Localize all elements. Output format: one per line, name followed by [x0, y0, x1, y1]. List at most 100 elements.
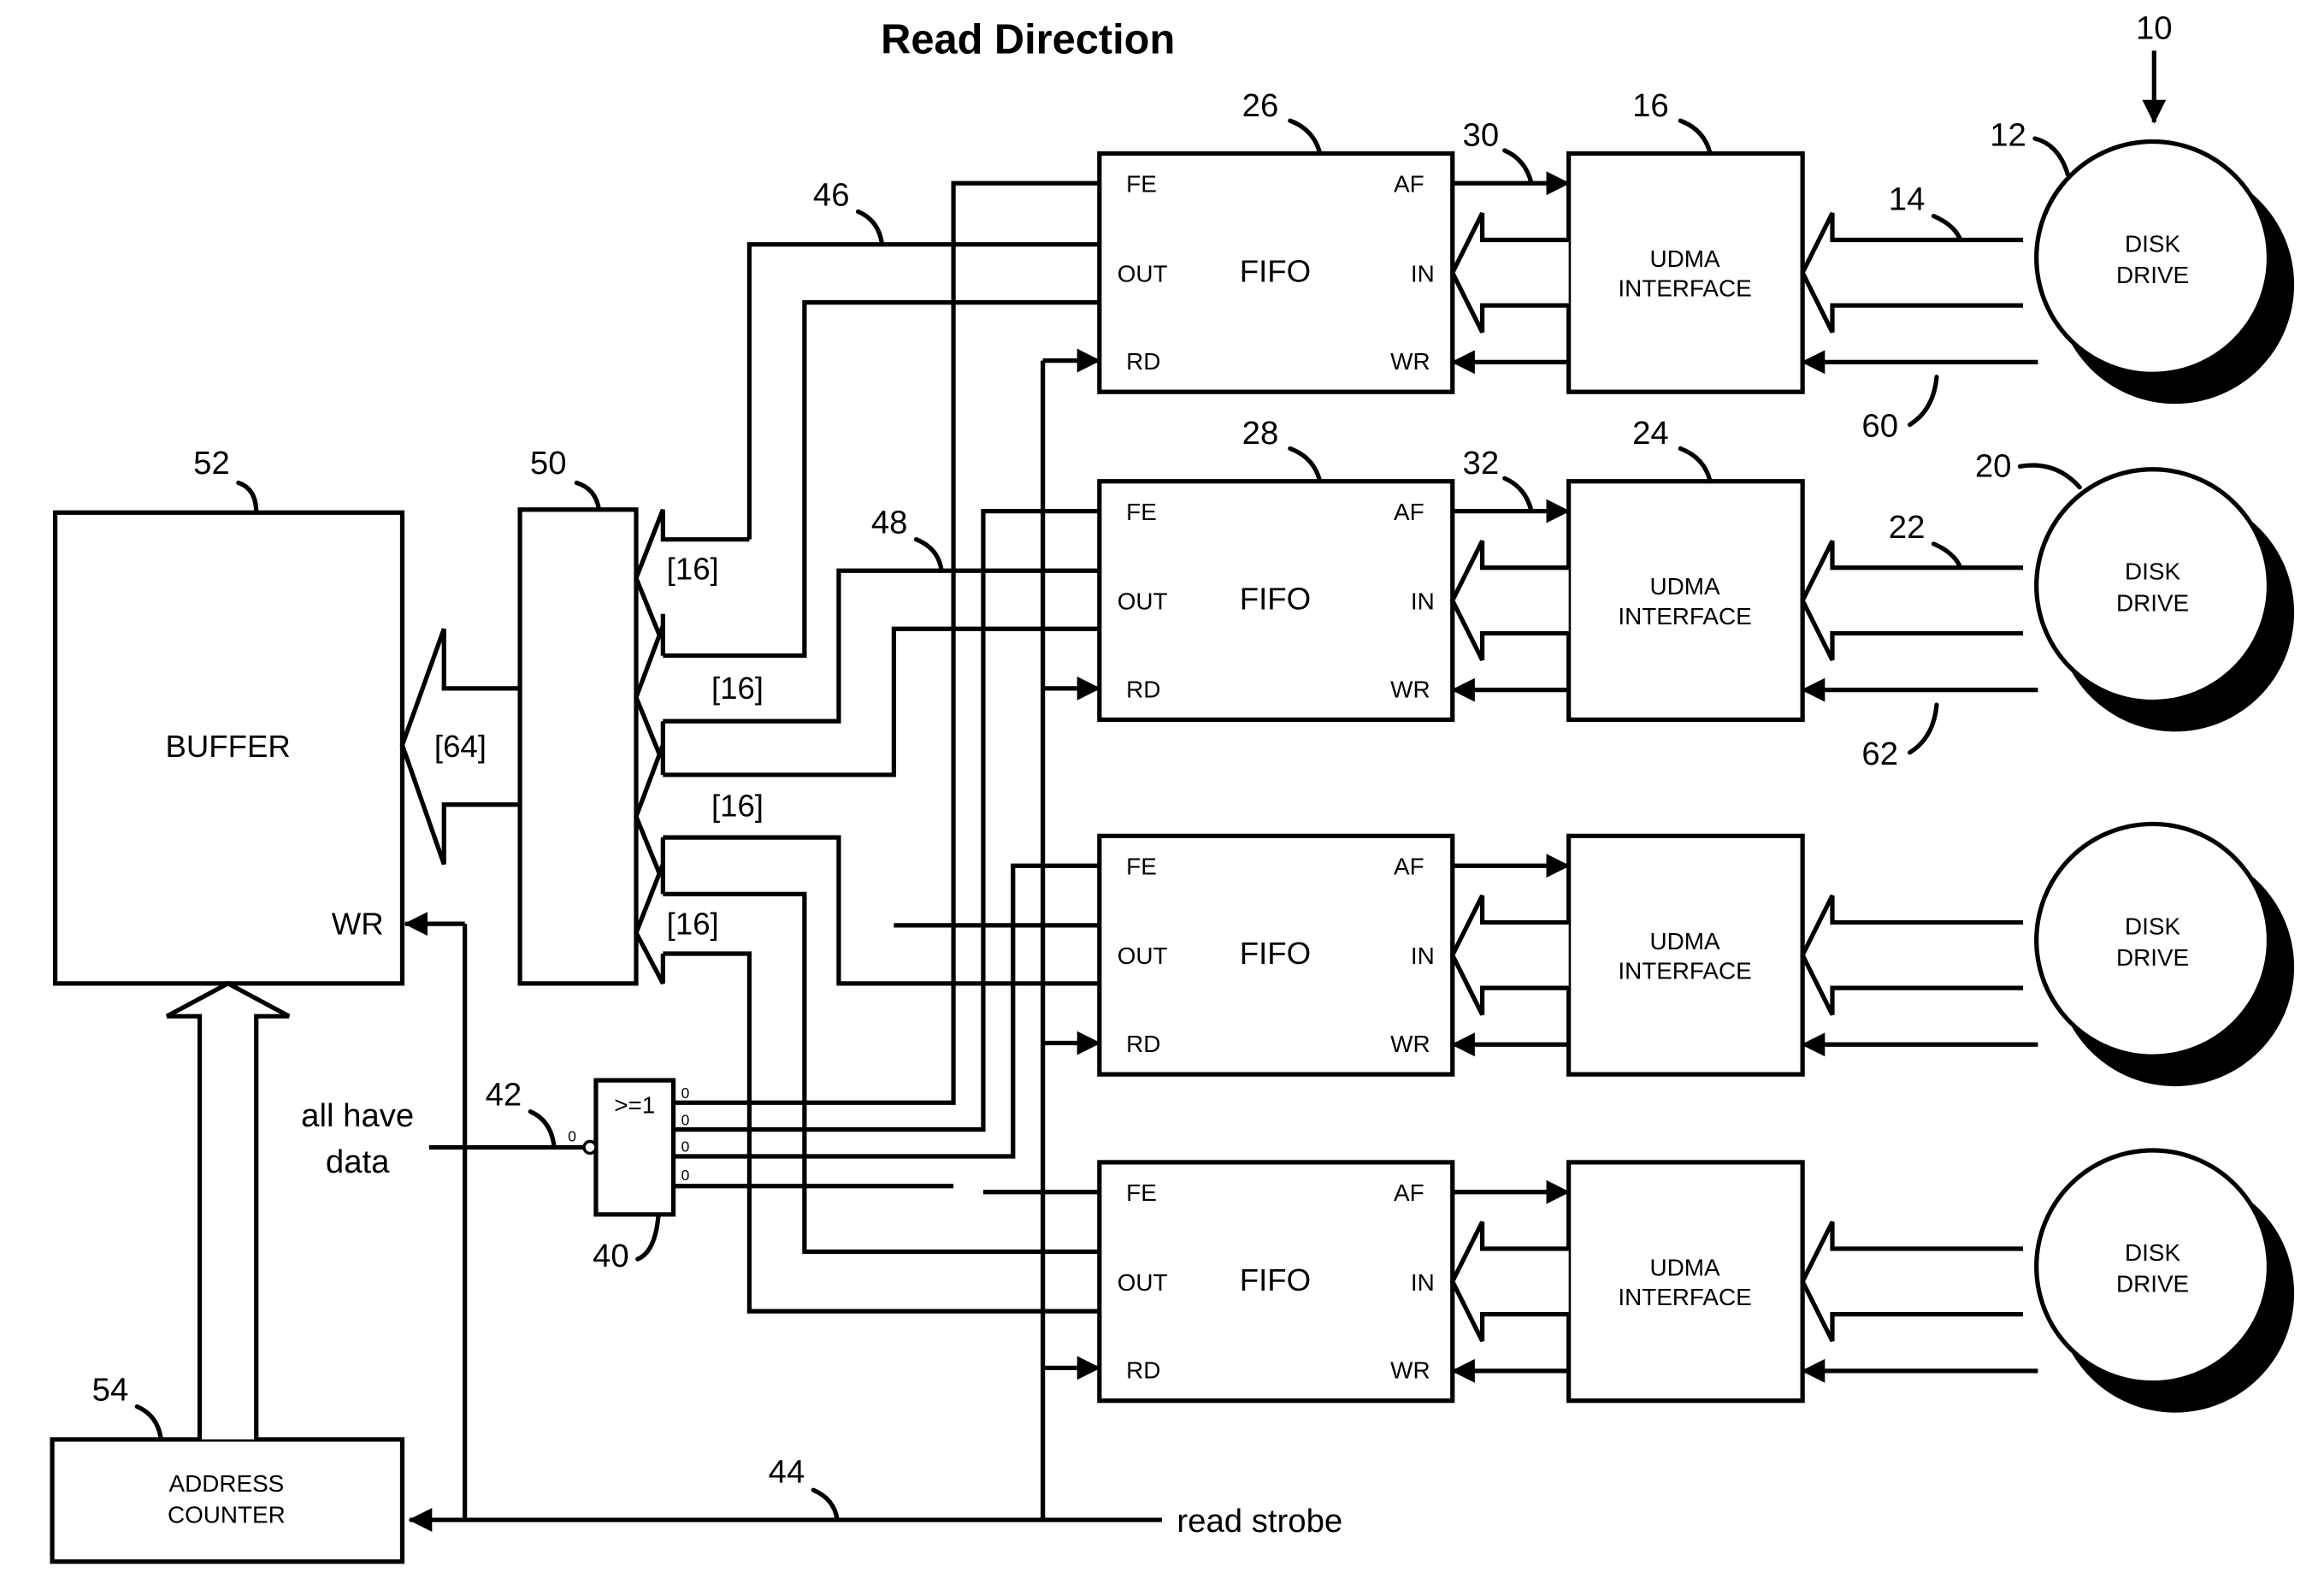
ref-label-buffer: 52: [193, 445, 230, 482]
disk-drive-label-2: DRIVE: [2116, 944, 2189, 971]
ref-leader-udma: [1678, 118, 1713, 157]
ref-leader-disk: [2017, 463, 2082, 490]
mux-input-width-1: [16]: [667, 552, 719, 587]
fifo-pin-out: OUT: [1118, 588, 1168, 615]
fifo-pin-af: AF: [1394, 499, 1424, 525]
ref-leader-all-have-data: [528, 1109, 557, 1150]
channel-3: FIFO FE OUT RD AF IN WR UDMA INTERFACE DISK DRIVE: [1097, 821, 2295, 1087]
fifo-label: FIFO: [1240, 936, 1311, 971]
ref-label-mux: 50: [530, 445, 567, 482]
fifo-pin-rd: RD: [1126, 348, 1160, 375]
udma-in-bus-arrow: [1800, 894, 2023, 1016]
udma-interface-block: [1566, 833, 1805, 1077]
udma-label-1: UDMA: [1650, 928, 1720, 954]
ref-label-out-bus-2: 48: [871, 505, 908, 541]
ref-label-af: 32: [1463, 445, 1500, 482]
ref-label-strobe: 60: [1861, 407, 1898, 444]
ref-leader-or-gate: [635, 1212, 661, 1262]
channel-2: FIFO FE OUT RD AF IN WR UDMA INTERFACE DISK DRIVE 2…: [1097, 415, 2295, 772]
channel-4: FIFO FE OUT RD AF IN WR UDMA INTERFACE DISK DRIVE: [1097, 1148, 2295, 1413]
or-gate-input-mark-2: 0: [681, 1111, 690, 1128]
read-direction-diagram: Read Direction 10 BUFFER WR 52 [64] 50 […: [50, 9, 2295, 1564]
ref-leader-buffer: [236, 480, 259, 515]
ref-label-disk: 12: [1990, 117, 2026, 154]
ref-label-af: 30: [1463, 117, 1500, 154]
ref-leader-af: [1502, 476, 1534, 514]
address-counter-label-1: ADDRESS: [169, 1470, 285, 1497]
udma-in-bus-arrow: [1800, 1220, 2023, 1343]
udma-label-1: UDMA: [1650, 1254, 1720, 1280]
buffer-label: BUFFER: [165, 729, 290, 764]
fifo-pin-af: AF: [1394, 854, 1424, 880]
disk-drive-label-1: DISK: [2125, 559, 2180, 585]
fifo-pin-fe: FE: [1126, 171, 1157, 198]
ref-label-read-strobe: 44: [769, 1453, 805, 1490]
or-gate-label: >=1: [614, 1091, 655, 1118]
ref-label-system: 10: [2136, 9, 2173, 46]
ref-leader-read-strobe: [811, 1487, 840, 1522]
fifo-in-bus-arrow: [1449, 894, 1569, 1016]
ref-label-fifo: 28: [1242, 415, 1279, 452]
udma-label-2: INTERFACE: [1618, 958, 1751, 984]
or-gate-input-mark-3: 0: [681, 1138, 690, 1155]
all-have-data-label-2: data: [326, 1144, 390, 1180]
buffer-block: BUFFER WR: [52, 510, 405, 986]
or-gate-input-mark-4: 0: [681, 1167, 690, 1184]
mux-input-width-4: [16]: [667, 906, 719, 941]
mux-input-width-2: [16]: [711, 671, 764, 706]
disk-drive-label-1: DISK: [2125, 913, 2180, 939]
mux-input-width-3: [16]: [711, 789, 764, 824]
ref-label-strobe: 62: [1861, 736, 1898, 772]
ref-leader-fifo: [1288, 446, 1323, 484]
udma-label-1: UDMA: [1650, 573, 1720, 600]
ref-leader-data-bus: [1931, 541, 1963, 570]
read-strobe-label: read strobe: [1177, 1503, 1342, 1540]
ref-label-udma: 16: [1632, 87, 1669, 124]
disk-drive-label-1: DISK: [2125, 230, 2180, 257]
fifo-pin-wr: WR: [1390, 348, 1430, 375]
ref-leader-strobe: [1907, 702, 1939, 755]
udma-label-2: INTERFACE: [1618, 275, 1751, 302]
or-gate-inversion-bubble: [582, 1139, 598, 1155]
ref-label-address-counter: 54: [92, 1372, 129, 1409]
mux-input-bus-3: [634, 744, 665, 884]
udma-in-bus-arrow: [1800, 540, 2023, 661]
fifo-pin-fe: FE: [1126, 1179, 1157, 1206]
mux-input-bus-2: [634, 624, 665, 765]
ref-leader-address-counter: [134, 1404, 163, 1442]
disk-drive: [2034, 139, 2272, 376]
ref-label-out-bus-1: 46: [813, 176, 850, 213]
fifo-pin-in: IN: [1411, 260, 1435, 287]
fifo-label: FIFO: [1240, 253, 1311, 288]
diagram-title: Read Direction: [881, 17, 1175, 63]
fifo-pin-in: IN: [1411, 943, 1435, 969]
fifo-pin-rd: RD: [1126, 1357, 1160, 1384]
fifo-pin-fe: FE: [1126, 499, 1157, 525]
ref-label-fifo: 26: [1242, 87, 1279, 124]
fifo-pin-af: AF: [1394, 171, 1424, 198]
ref-leader-mux: [574, 480, 602, 512]
ref-leader-udma: [1678, 446, 1713, 484]
ref-label-data-bus: 14: [1889, 181, 1926, 218]
fifo-in-bus-arrow: [1449, 540, 1569, 661]
ref-leader-strobe: [1907, 375, 1939, 428]
fifo-pin-in: IN: [1411, 1269, 1435, 1296]
ref-label-udma: 24: [1632, 415, 1669, 452]
udma-interface-block: [1566, 151, 1805, 394]
address-counter-label-2: COUNTER: [168, 1502, 286, 1528]
address-bus-arrow: [165, 980, 291, 1439]
mux-input-bus-4: [634, 863, 665, 985]
disk-drive-label-1: DISK: [2125, 1239, 2180, 1266]
fifo-pin-wr: WR: [1390, 676, 1430, 702]
disk-drive-label-2: DRIVE: [2116, 1270, 2189, 1297]
fifo-pin-out: OUT: [1118, 943, 1168, 969]
or-gate-input-mark-1: 0: [681, 1085, 690, 1102]
disk-drive: [2034, 821, 2272, 1059]
fifo-pin-af: AF: [1394, 1179, 1424, 1206]
ref-label-or-gate: 40: [593, 1238, 629, 1274]
fifo-in-bus-arrow: [1449, 1220, 1569, 1343]
ref-leader-out-bus-1: [855, 209, 885, 247]
udma-interface-block: [1566, 1160, 1805, 1404]
udma-label-2: INTERFACE: [1618, 1284, 1751, 1310]
ref-label-all-have-data: 42: [486, 1077, 522, 1114]
